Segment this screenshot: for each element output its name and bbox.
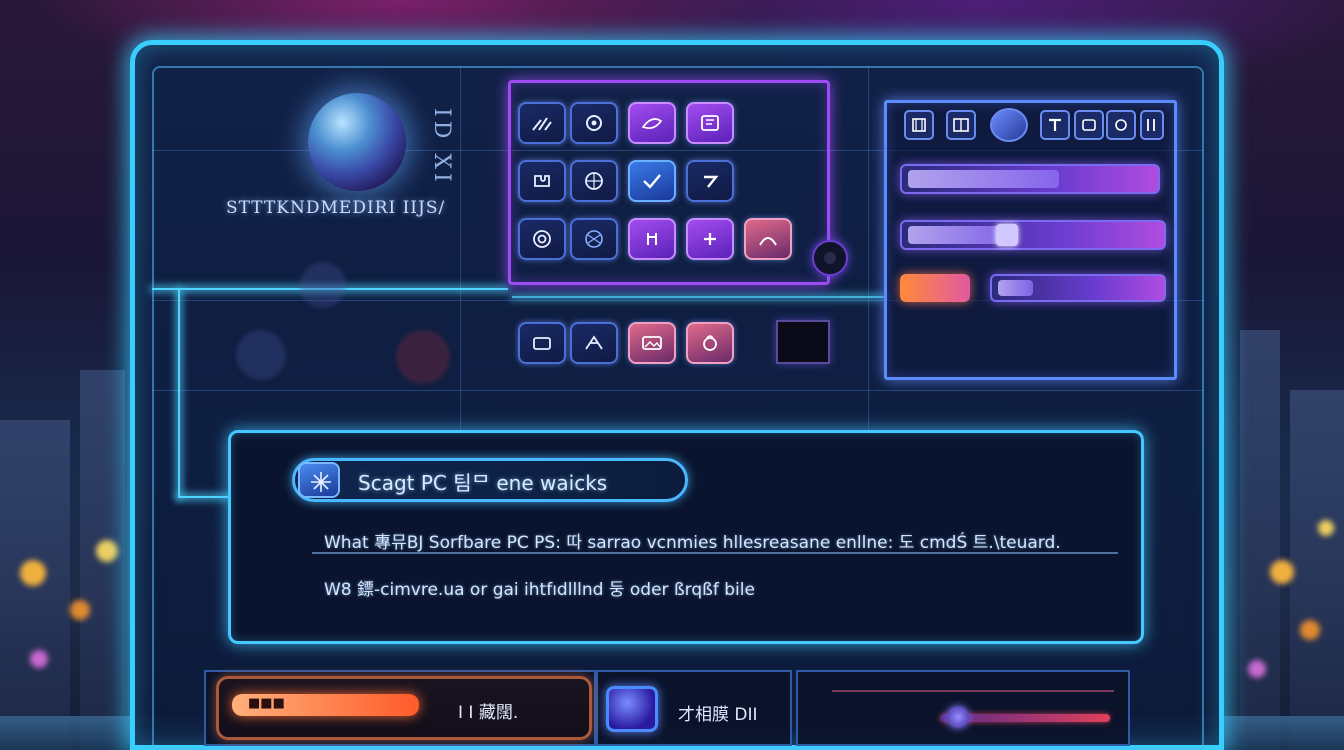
bag-icon[interactable] <box>686 322 734 364</box>
paint-icon[interactable] <box>628 102 676 144</box>
tools-icon[interactable] <box>518 102 566 144</box>
logo-vertical-text: ID XI <box>429 108 454 186</box>
dialog-line-2: W8 鏢-cimvre.ua or gai ihtfıdlllnd 둥 oder… <box>324 580 755 600</box>
book-icon[interactable] <box>686 102 734 144</box>
film-icon[interactable] <box>904 110 934 140</box>
slider-2-fill <box>908 226 1008 244</box>
box-icon[interactable] <box>518 322 566 364</box>
spider-icon[interactable] <box>570 322 618 364</box>
progress-text: I I 藏闊. <box>458 703 519 723</box>
slider-guide-line <box>832 690 1114 692</box>
tree-icon[interactable] <box>628 218 676 260</box>
glow-line <box>512 296 884 298</box>
ghost-circle <box>236 330 286 380</box>
search-icon[interactable] <box>298 462 340 498</box>
spark-icon[interactable] <box>744 218 792 260</box>
photo-icon[interactable] <box>1106 110 1136 140</box>
slider-1-fill <box>908 170 1059 188</box>
glow-line <box>178 290 180 498</box>
logo-globe-icon <box>308 93 406 191</box>
globe-icon[interactable] <box>570 160 618 202</box>
grid-line <box>460 66 461 430</box>
sphere-icon[interactable] <box>990 108 1028 142</box>
app-badge-icon[interactable] <box>606 686 658 732</box>
grid-line <box>152 390 1204 391</box>
dialog-line-1: What 專뮤BJ Sorfbare PC PS: 따 sarrao vcnmi… <box>324 533 1061 553</box>
bars-icon[interactable] <box>1140 110 1164 140</box>
slider-1[interactable] <box>900 164 1160 194</box>
slider-2-knob[interactable] <box>996 224 1018 246</box>
puzzle-icon[interactable] <box>518 160 566 202</box>
progress-label: ■■■ <box>248 696 285 711</box>
slider-3-fill <box>998 280 1033 296</box>
arrow-icon[interactable] <box>686 160 734 202</box>
grid-icon[interactable] <box>946 110 976 140</box>
bottom-slider-knob[interactable] <box>947 706 969 728</box>
grid-line <box>868 66 869 430</box>
plus-icon[interactable] <box>686 218 734 260</box>
slider-3[interactable] <box>990 274 1166 302</box>
cycle-icon[interactable] <box>570 102 618 144</box>
accent-chip[interactable] <box>900 274 970 302</box>
type-icon[interactable] <box>1040 110 1070 140</box>
app-title: STTTKNDMEDIRI IIJS/ <box>226 198 446 218</box>
ghost-circle <box>396 330 450 384</box>
search-query-text: Scagt PC 팀ᄆ ene waicks <box>358 471 608 495</box>
dialog-divider <box>312 552 1118 554</box>
mesh-icon[interactable] <box>570 218 618 260</box>
check-icon[interactable] <box>628 160 676 202</box>
slider-2[interactable] <box>900 220 1166 250</box>
gallery-icon[interactable] <box>628 322 676 364</box>
target-icon[interactable] <box>518 218 566 260</box>
ghost-circle <box>300 262 346 308</box>
layers-icon[interactable] <box>1074 110 1104 140</box>
glow-line <box>178 496 230 498</box>
panel-toggle-knob[interactable] <box>812 240 848 276</box>
app-badge-label: 才相膜 DII <box>678 705 758 725</box>
empty-slot[interactable] <box>776 320 830 364</box>
